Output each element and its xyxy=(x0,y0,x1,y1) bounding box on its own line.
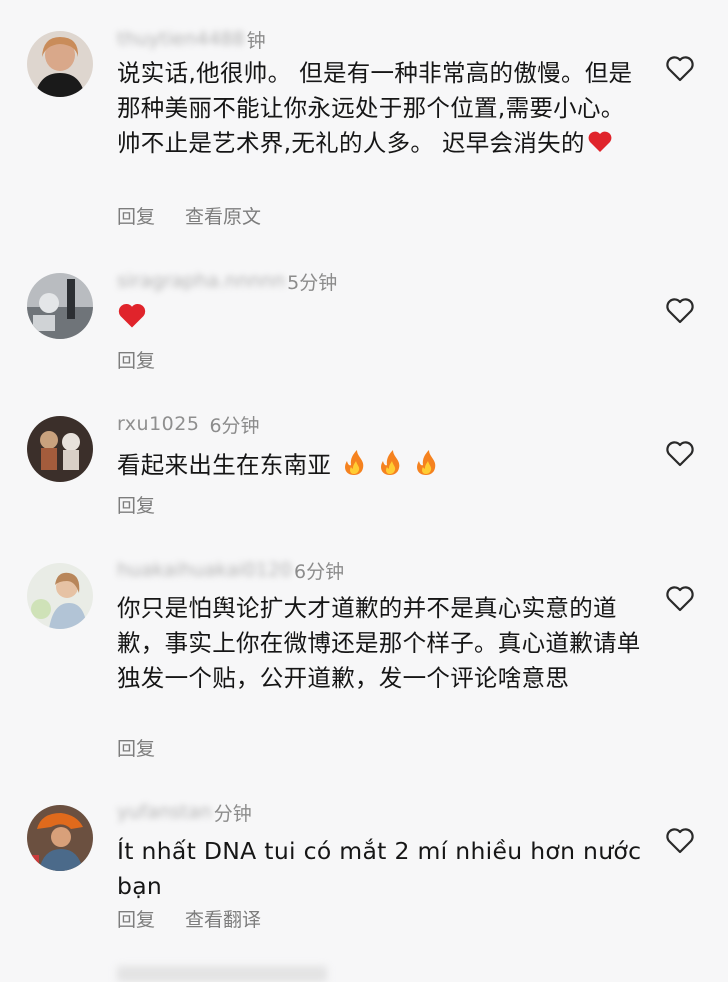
heart-outline-icon xyxy=(666,56,694,82)
comment-text: 说实话,他很帅。 但是有一种非常高的傲慢。但是那种美丽不能让你永远处于那个位置,… xyxy=(117,56,647,164)
comment-meta: thuytien4488 钟 xyxy=(117,24,266,54)
comment-text xyxy=(117,302,647,340)
fire-emoji xyxy=(377,448,403,486)
username[interactable]: yufanstan xyxy=(117,801,212,823)
comment-meta: rxu1025 6分钟 xyxy=(117,409,260,439)
reply-button[interactable]: 回复 xyxy=(117,905,155,932)
comment-actions: 回复 查看翻译 xyxy=(117,905,261,932)
reply-button[interactable]: 回复 xyxy=(117,491,155,518)
like-button[interactable] xyxy=(665,827,695,855)
timestamp: 6分钟 xyxy=(209,414,260,437)
heart-outline-icon xyxy=(666,298,694,324)
timestamp: 6分钟 xyxy=(294,560,345,583)
fire-emoji xyxy=(413,448,439,486)
comment-actions: 回复 查看原文 xyxy=(117,202,261,229)
timestamp: 分钟 xyxy=(213,802,252,825)
username[interactable]: siragrapha.nnnnn xyxy=(117,270,285,292)
fire-emoji xyxy=(341,448,367,486)
comment-body: 你只是怕舆论扩大才道歉的并不是真心实意的道歉，事实上你在微博还是那个样子。真心道… xyxy=(117,594,641,692)
like-button[interactable] xyxy=(665,585,695,613)
comment-text: 你只是怕舆论扩大才道歉的并不是真心实意的道歉，事实上你在微博还是那个样子。真心道… xyxy=(117,591,647,696)
username[interactable]: thuytien4488 xyxy=(117,28,245,50)
comment-body: 看起来出生在东南亚 xyxy=(117,451,332,479)
red-heart-emoji xyxy=(587,129,613,164)
username[interactable]: rxu1025 xyxy=(117,413,199,435)
like-button[interactable] xyxy=(665,440,695,468)
comment-actions: 回复 xyxy=(117,491,155,518)
comment-meta: siragrapha.nnnnn 5分钟 xyxy=(117,266,337,296)
avatar[interactable] xyxy=(27,31,93,97)
view-translation-button[interactable]: 查看翻译 xyxy=(185,905,261,932)
reply-button[interactable]: 回复 xyxy=(117,734,155,761)
heart-outline-icon xyxy=(666,586,694,612)
heart-outline-icon xyxy=(666,441,694,467)
next-comment-peek xyxy=(117,966,327,982)
comment-text: 看起来出生在东南亚 xyxy=(117,448,647,486)
avatar[interactable] xyxy=(27,416,93,482)
like-button[interactable] xyxy=(665,55,695,83)
avatar[interactable] xyxy=(27,273,93,339)
view-original-button[interactable]: 查看原文 xyxy=(185,202,261,229)
reply-button[interactable]: 回复 xyxy=(117,346,155,373)
timestamp: 5分钟 xyxy=(287,271,338,294)
comment-text: Ít nhất DNA tui có mắt 2 mí nhiều hơn nư… xyxy=(117,834,647,904)
comment-actions: 回复 xyxy=(117,734,155,761)
username[interactable]: huakaihuakai0120 xyxy=(117,559,292,581)
like-button[interactable] xyxy=(665,297,695,325)
comment-body: 说实话,他很帅。 但是有一种非常高的傲慢。但是那种美丽不能让你永远处于那个位置,… xyxy=(117,59,633,157)
reply-button[interactable]: 回复 xyxy=(117,202,155,229)
comment-actions: 回复 xyxy=(117,346,155,373)
avatar[interactable] xyxy=(27,805,93,871)
timestamp: 钟 xyxy=(246,29,266,52)
comment-body: Ít nhất DNA tui có mắt 2 mí nhiều hơn nư… xyxy=(117,837,642,900)
comment-meta: yufanstan 分钟 xyxy=(117,797,252,827)
red-heart-emoji xyxy=(117,302,147,340)
comment-meta: huakaihuakai0120 6分钟 xyxy=(117,555,344,585)
avatar[interactable] xyxy=(27,563,93,629)
heart-outline-icon xyxy=(666,828,694,854)
